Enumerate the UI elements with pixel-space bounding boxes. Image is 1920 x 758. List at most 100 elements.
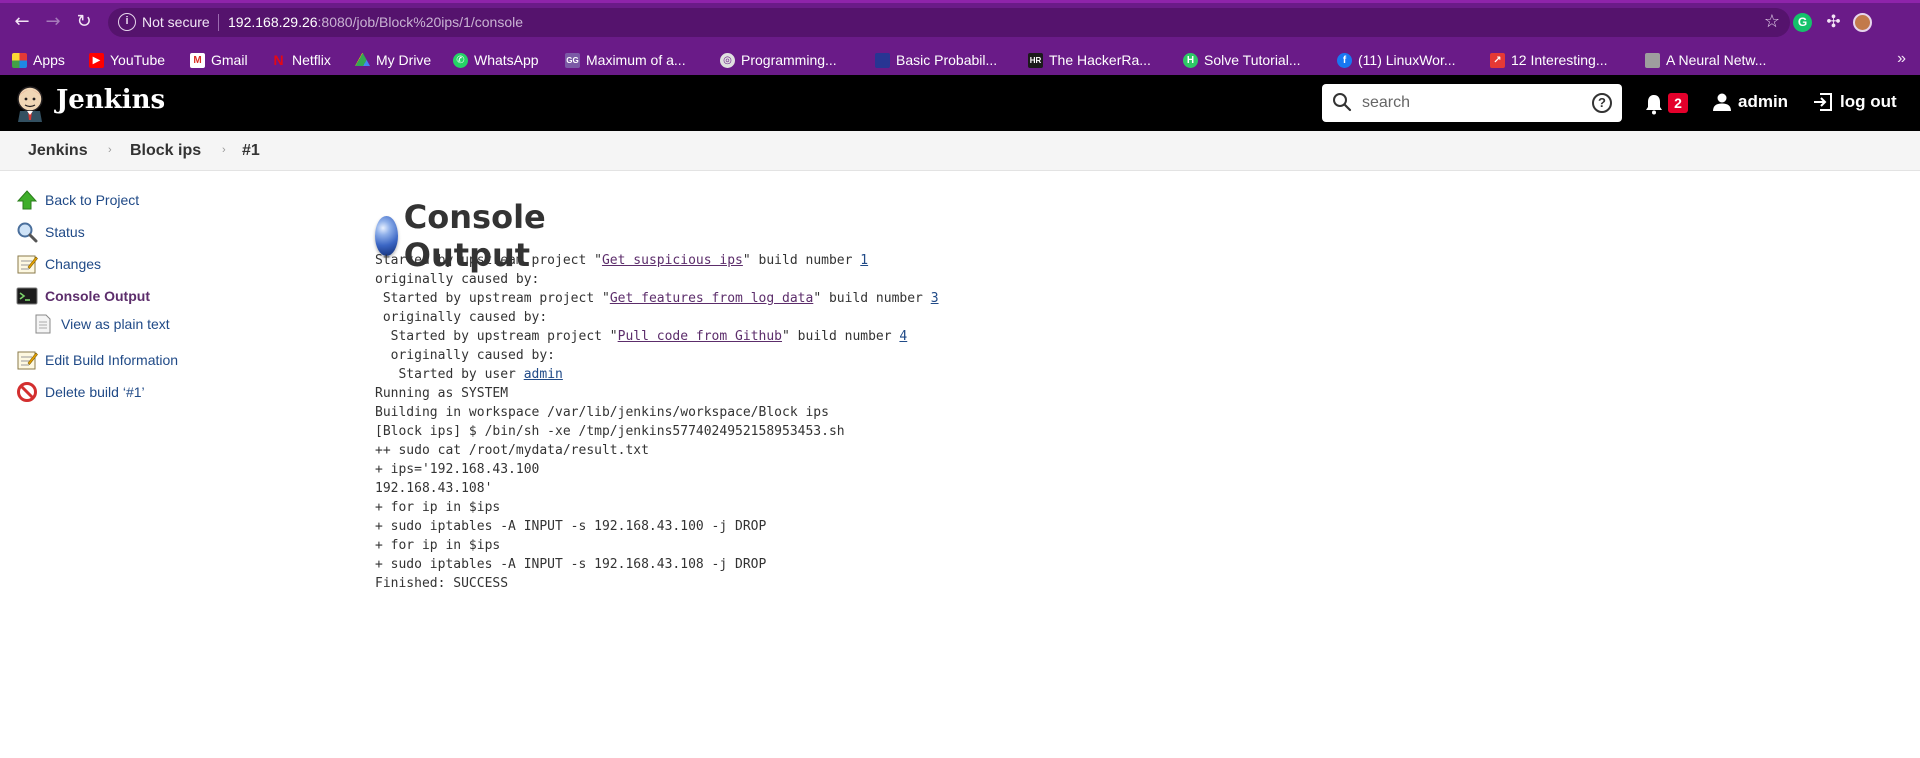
bookmark-maximum[interactable]: GG Maximum of a... xyxy=(565,51,686,69)
bookmark-whatsapp[interactable]: ✆ WhatsApp xyxy=(453,51,539,69)
youtube-icon: ▶ xyxy=(89,52,104,68)
search-icon xyxy=(1333,93,1352,112)
breadcrumb-jenkins[interactable]: Jenkins xyxy=(28,142,88,160)
bookmark-label: Basic Probabil... xyxy=(896,52,998,68)
google-drive-icon xyxy=(355,52,370,66)
bookmark-star-icon[interactable]: ☆ xyxy=(1764,11,1780,32)
console-line: + for ip in $ips xyxy=(375,538,501,553)
not-secure-label: Not secure xyxy=(142,14,210,30)
bookmark-label: WhatsApp xyxy=(474,52,539,68)
omnibox-divider xyxy=(218,14,219,31)
bookmark-solve-tutorial[interactable]: H Solve Tutorial... xyxy=(1183,51,1301,69)
bookmark-apps[interactable]: Apps xyxy=(12,51,65,69)
bookmark-label: YouTube xyxy=(110,52,166,68)
hackerrank-icon: HR xyxy=(1028,52,1043,68)
gmail-icon: M xyxy=(190,52,205,68)
globe-icon: ◎ xyxy=(720,52,735,68)
user-icon xyxy=(1713,93,1731,111)
forward-icon[interactable]: → xyxy=(43,12,63,32)
bookmark-label: A Neural Netw... xyxy=(1666,52,1767,68)
username[interactable]: admin xyxy=(1738,92,1788,112)
notification-count-badge[interactable]: 2 xyxy=(1668,93,1688,113)
breadcrumb-build-1[interactable]: #1 xyxy=(242,142,260,160)
breadcrumb-separator: › xyxy=(108,144,112,156)
console-line: Building in workspace /var/lib/jenkins/w… xyxy=(375,405,829,420)
sidebar-item-back-to-project[interactable]: Back to Project xyxy=(16,189,139,211)
bookmark-neural-network[interactable]: A Neural Netw... xyxy=(1645,51,1766,69)
console-line: originally caused by: xyxy=(375,348,556,363)
browser-toolbar: ← → ↻ i Not secure 192.168.29.26:8080/jo… xyxy=(0,0,1920,45)
sidebar-item-edit-build-information[interactable]: Edit Build Information xyxy=(16,349,178,371)
breadcrumb-block-ips[interactable]: Block ips xyxy=(130,142,201,160)
user-link[interactable]: admin xyxy=(524,367,563,382)
bookmark-hackerrank[interactable]: HR The HackerRa... xyxy=(1028,51,1151,69)
bookmark-label: Netflix xyxy=(292,52,331,68)
reload-icon[interactable]: ↻ xyxy=(74,12,94,32)
build-number-link[interactable]: 1 xyxy=(860,253,868,268)
sidebar-item-label: Delete build ‘#1’ xyxy=(45,384,145,400)
bookmarks-overflow-icon[interactable]: » xyxy=(1897,50,1906,68)
console-line: [Block ips] $ /bin/sh -xe /tmp/jenkins57… xyxy=(375,424,845,439)
bookmark-youtube[interactable]: ▶ YouTube xyxy=(89,51,165,69)
bookmark-12-interesting[interactable]: ↗ 12 Interesting... xyxy=(1490,51,1608,69)
console-line: Started by upstream project "Get suspici… xyxy=(375,251,939,270)
hackerearth-icon: H xyxy=(1183,52,1198,68)
console-line: originally caused by: xyxy=(375,310,548,325)
address-bar[interactable]: i Not secure 192.168.29.26:8080/job/Bloc… xyxy=(108,8,1790,37)
grammarly-extension-icon[interactable]: G xyxy=(1793,13,1812,32)
tab-strip-accent xyxy=(0,0,1920,3)
sidebar-item-status[interactable]: Status xyxy=(16,221,85,243)
logout-button[interactable]: log out xyxy=(1812,92,1897,112)
url-text[interactable]: 192.168.29.26:8080/job/Block%20ips/1/con… xyxy=(228,14,523,30)
sidebar-item-console-output[interactable]: Console Output xyxy=(16,285,150,307)
upstream-project-link[interactable]: Get suspicious ips xyxy=(602,253,743,268)
upstream-project-link[interactable]: Pull code from Github xyxy=(618,329,782,344)
info-icon[interactable]: i xyxy=(118,13,136,31)
console-line: Running as SYSTEM xyxy=(375,386,509,401)
console-line: ++ sudo cat /root/mydata/result.txt xyxy=(375,443,649,458)
bookmark-gmail[interactable]: M Gmail xyxy=(190,51,248,69)
bookmark-label: Apps xyxy=(33,52,65,68)
bookmarks-bar: Apps ▶ YouTube M Gmail N Netflix My Drive ✆… xyxy=(0,45,1920,75)
console-text: " build number xyxy=(813,291,931,306)
breadcrumb-separator: › xyxy=(222,144,226,156)
console-line: + for ip in $ips xyxy=(375,500,501,515)
console-text: Started by upstream project " xyxy=(375,291,610,306)
notifications-bell-icon[interactable] xyxy=(1644,93,1664,115)
sidebar-item-delete-build[interactable]: Delete build ‘#1’ xyxy=(16,381,145,403)
sidebar-item-label: Console Output xyxy=(45,288,150,304)
user-menu[interactable]: admin xyxy=(1712,92,1788,112)
bookmark-label: Solve Tutorial... xyxy=(1204,52,1301,68)
search-input[interactable] xyxy=(1362,92,1582,114)
sidebar-item-changes[interactable]: Changes xyxy=(16,253,101,275)
console-line: + sudo iptables -A INPUT -s 192.168.43.1… xyxy=(375,519,767,534)
extensions-puzzle-icon[interactable]: ✣ xyxy=(1824,13,1843,32)
jenkins-title[interactable]: Jenkins xyxy=(56,85,165,115)
bookmark-label: 12 Interesting... xyxy=(1511,52,1608,68)
bookmark-linuxworld[interactable]: f (11) LinuxWor... xyxy=(1337,51,1456,69)
console-text: Started by user xyxy=(375,367,524,382)
console-line: + sudo iptables -A INPUT -s 192.168.43.1… xyxy=(375,557,767,572)
site-favicon-icon xyxy=(1645,52,1660,68)
url-host: 192.168.29.26 xyxy=(228,14,318,30)
bookmark-my-drive[interactable]: My Drive xyxy=(355,51,431,69)
breadcrumb: Jenkins › Block ips › #1 xyxy=(0,131,1920,171)
sidebar-item-view-plain-text[interactable]: View as plain text xyxy=(32,313,170,335)
no-entry-icon xyxy=(17,382,37,402)
site-favicon-icon: ↗ xyxy=(1490,52,1505,68)
logout-icon xyxy=(1814,93,1832,111)
build-number-link[interactable]: 4 xyxy=(899,329,907,344)
bookmark-basic-probability[interactable]: Basic Probabil... xyxy=(875,51,997,69)
build-number-link[interactable]: 3 xyxy=(931,291,939,306)
netflix-icon: N xyxy=(273,51,284,68)
back-icon[interactable]: ← xyxy=(12,12,32,32)
bookmark-programming[interactable]: ◎ Programming... xyxy=(720,51,837,69)
profile-avatar[interactable] xyxy=(1853,13,1872,32)
search-box[interactable]: ? xyxy=(1322,84,1622,122)
jenkins-logo-icon[interactable] xyxy=(14,84,46,122)
help-icon[interactable]: ? xyxy=(1592,93,1612,113)
console-output: Started by upstream project " Get suspici… xyxy=(375,251,939,593)
bookmark-netflix[interactable]: N Netflix xyxy=(271,51,331,69)
apps-grid-icon xyxy=(12,52,27,68)
upstream-project-link[interactable]: Get features from log data xyxy=(610,291,814,306)
